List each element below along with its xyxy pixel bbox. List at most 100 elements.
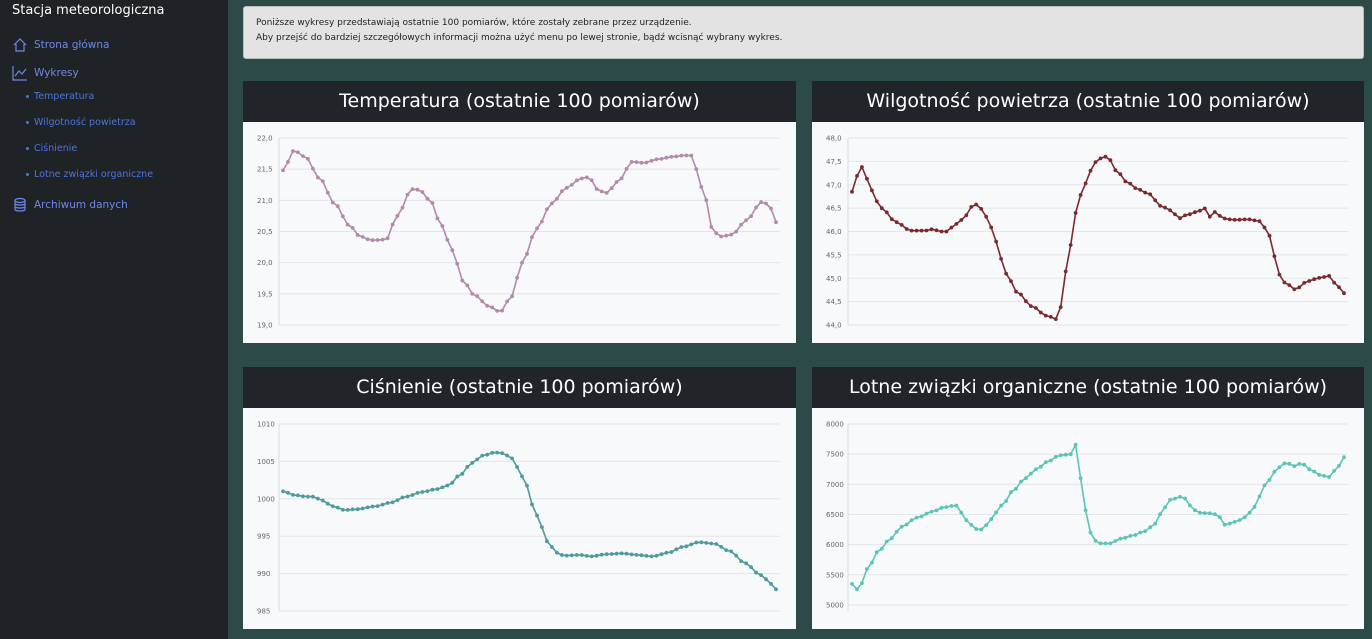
data-point[interactable] <box>604 552 609 557</box>
data-point[interactable] <box>505 453 509 458</box>
data-point[interactable] <box>1183 496 1187 501</box>
data-point[interactable] <box>674 547 679 552</box>
data-point[interactable] <box>1038 464 1043 469</box>
data-point[interactable] <box>1029 304 1033 308</box>
data-point[interactable] <box>311 494 315 499</box>
data-point[interactable] <box>1168 208 1172 213</box>
data-point[interactable] <box>380 237 385 242</box>
data-point[interactable] <box>855 174 859 178</box>
data-point[interactable] <box>1078 476 1083 481</box>
data-point[interactable] <box>1078 193 1083 197</box>
data-point[interactable] <box>1257 494 1262 499</box>
data-point[interactable] <box>1188 503 1192 508</box>
data-point[interactable] <box>609 552 614 556</box>
data-point[interactable] <box>699 185 704 189</box>
data-point[interactable] <box>724 233 729 238</box>
data-point[interactable] <box>296 150 300 155</box>
data-point[interactable] <box>1272 469 1277 474</box>
data-point[interactable] <box>1198 208 1202 213</box>
data-point[interactable] <box>1322 474 1326 478</box>
data-point[interactable] <box>1277 272 1282 277</box>
data-point[interactable] <box>769 206 773 211</box>
data-point[interactable] <box>629 552 634 557</box>
data-point[interactable] <box>744 218 748 223</box>
data-point[interactable] <box>1242 515 1247 520</box>
data-point[interactable] <box>1153 198 1158 203</box>
data-point[interactable] <box>709 541 714 546</box>
data-point[interactable] <box>1019 292 1023 297</box>
data-point[interactable] <box>674 154 679 159</box>
data-point[interactable] <box>709 225 714 229</box>
data-point[interactable] <box>974 202 979 207</box>
data-point[interactable] <box>440 224 445 228</box>
data-point[interactable] <box>480 453 485 458</box>
data-point[interactable] <box>939 506 944 510</box>
data-point[interactable] <box>1277 465 1282 470</box>
data-point[interactable] <box>415 187 420 192</box>
data-point[interactable] <box>704 198 709 203</box>
data-point[interactable] <box>969 523 974 527</box>
data-point[interactable] <box>894 529 899 534</box>
data-point[interactable] <box>1262 225 1267 230</box>
data-point[interactable] <box>754 570 758 575</box>
data-point[interactable] <box>594 187 599 191</box>
data-point[interactable] <box>1317 473 1322 477</box>
data-point[interactable] <box>400 495 405 500</box>
data-point[interactable] <box>954 222 959 226</box>
data-point[interactable] <box>1009 279 1013 284</box>
data-point[interactable] <box>589 554 594 559</box>
data-point[interactable] <box>311 166 315 171</box>
data-point[interactable] <box>1267 477 1272 482</box>
data-point[interactable] <box>644 160 649 165</box>
data-point[interactable] <box>1342 291 1346 296</box>
data-point[interactable] <box>964 518 969 523</box>
data-point[interactable] <box>934 228 939 233</box>
data-point[interactable] <box>899 524 904 529</box>
data-point[interactable] <box>1322 275 1326 279</box>
data-point[interactable] <box>1048 458 1053 463</box>
data-point[interactable] <box>954 503 959 508</box>
data-point[interactable] <box>1038 310 1043 315</box>
data-point[interactable] <box>1262 483 1267 488</box>
data-point[interactable] <box>1212 512 1217 517</box>
data-point[interactable] <box>475 457 480 462</box>
data-point[interactable] <box>870 560 874 565</box>
data-point[interactable] <box>1019 479 1023 484</box>
data-point[interactable] <box>296 493 300 498</box>
data-point[interactable] <box>425 196 430 201</box>
data-point[interactable] <box>1207 214 1212 219</box>
data-point[interactable] <box>909 228 914 233</box>
data-point[interactable] <box>540 219 544 224</box>
data-point[interactable] <box>1058 453 1063 458</box>
data-point[interactable] <box>355 507 360 512</box>
data-point[interactable] <box>619 176 624 181</box>
data-point[interactable] <box>649 158 654 163</box>
data-point[interactable] <box>320 179 325 184</box>
data-point[interactable] <box>470 291 475 296</box>
data-point[interactable] <box>450 248 455 253</box>
data-point[interactable] <box>1337 285 1341 290</box>
data-point[interactable] <box>475 294 480 299</box>
data-point[interactable] <box>385 236 390 241</box>
data-point[interactable] <box>564 185 569 190</box>
data-point[interactable] <box>724 548 729 552</box>
data-point[interactable] <box>899 223 904 227</box>
data-point[interactable] <box>365 505 370 510</box>
data-point[interactable] <box>1133 533 1138 537</box>
data-point[interactable] <box>964 213 969 218</box>
data-point[interactable] <box>1024 476 1028 480</box>
sidebar-item-home[interactable]: Strona główna <box>12 37 109 53</box>
data-point[interactable] <box>1178 494 1182 499</box>
data-point[interactable] <box>555 196 559 201</box>
data-point[interactable] <box>485 303 490 308</box>
data-point[interactable] <box>949 504 954 508</box>
data-point[interactable] <box>649 554 654 559</box>
data-point[interactable] <box>929 509 934 514</box>
data-point[interactable] <box>979 207 984 211</box>
data-point[interactable] <box>455 474 460 479</box>
data-point[interactable] <box>924 228 929 233</box>
data-point[interactable] <box>1158 203 1162 208</box>
data-point[interactable] <box>1327 274 1331 278</box>
data-point[interactable] <box>1024 299 1028 304</box>
data-point[interactable] <box>689 153 694 158</box>
